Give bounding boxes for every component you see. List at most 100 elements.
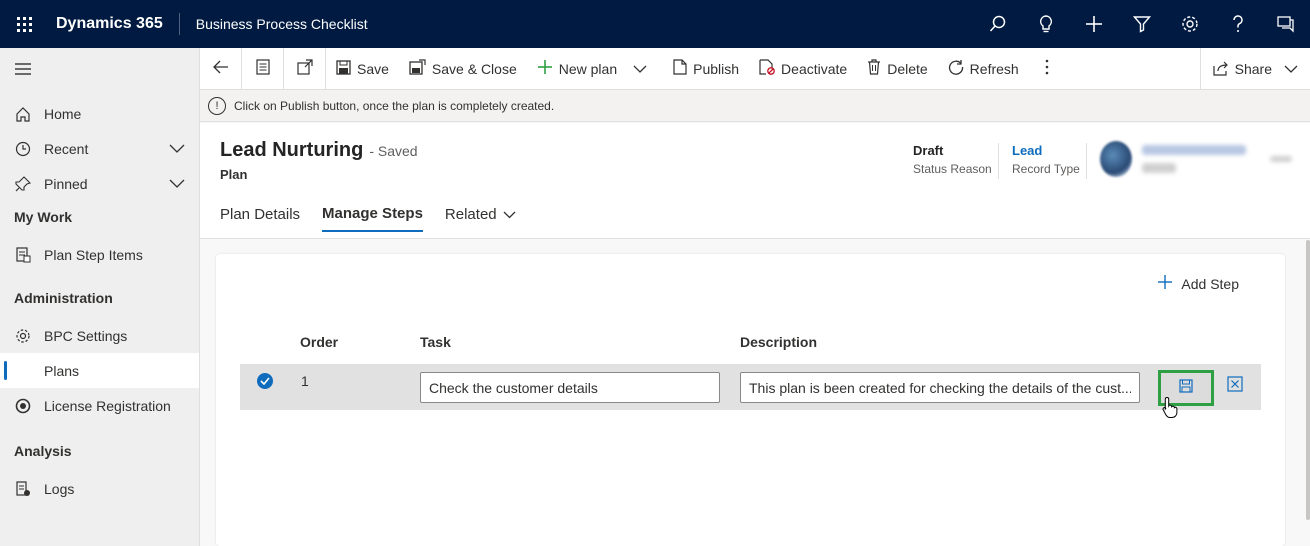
chevron-down-icon[interactable] [169, 176, 185, 192]
publish-icon [673, 59, 687, 78]
info-icon: ! [208, 96, 226, 115]
sidebar-item-label: Home [44, 105, 82, 122]
sidebar-item-license-registration[interactable]: License Registration [0, 388, 199, 423]
owner-extra-redacted [1270, 156, 1292, 162]
deactivate-icon [759, 59, 775, 78]
tab-manage-steps[interactable]: Manage Steps [322, 205, 423, 232]
plus-icon [537, 59, 553, 78]
help-icon[interactable] [1214, 0, 1262, 48]
sidebar-item-recent[interactable]: Recent [0, 131, 199, 166]
task-input[interactable] [420, 372, 720, 403]
sidebar-group-title: Analysis [14, 443, 72, 459]
sidebar-item-label: BPC Settings [44, 327, 128, 344]
avatar [1100, 141, 1132, 177]
hamburger-menu-button[interactable] [0, 48, 199, 90]
form-tabs: Plan Details Manage Steps Related [220, 205, 516, 232]
record-type-value[interactable]: Lead [1012, 143, 1080, 158]
tab-label: Plan Details [220, 206, 301, 223]
record-header: Lead Nurturing - Saved Plan Draft Status … [200, 123, 1310, 239]
save-label: Save [357, 60, 389, 77]
delete-button[interactable]: Delete [857, 48, 937, 90]
save-close-button[interactable]: Save & Close [399, 48, 527, 90]
deactivate-button[interactable]: Deactivate [749, 48, 857, 90]
chevron-down-icon [503, 206, 516, 223]
owner-label-redacted [1142, 163, 1176, 173]
column-header-description: Description [740, 334, 818, 350]
command-bar: Save Save & Close New plan Publish Deact… [200, 47, 1310, 90]
logs-icon [14, 480, 32, 498]
open-new-window-button[interactable] [284, 47, 326, 90]
row-selected-checkbox[interactable] [257, 373, 273, 389]
plans-icon [14, 362, 32, 380]
owner-field[interactable] [1100, 141, 1292, 177]
manage-steps-panel: Add Step Order Task Description 1 [216, 254, 1285, 546]
filter-icon[interactable] [1118, 0, 1166, 48]
clock-icon [14, 140, 32, 158]
record-set-button[interactable] [242, 47, 284, 90]
new-plan-button[interactable]: New plan [527, 48, 657, 90]
cancel-step-button[interactable] [1226, 375, 1244, 397]
table-row[interactable]: 1 [240, 364, 1261, 410]
gear-icon[interactable] [1166, 0, 1214, 48]
share-button[interactable]: Share [1199, 48, 1310, 90]
tab-plan-details[interactable]: Plan Details [220, 205, 300, 232]
gear-icon [14, 327, 32, 345]
vertical-scrollbar[interactable] [1306, 240, 1310, 520]
refresh-label: Refresh [969, 60, 1019, 77]
status-reason-field: Draft Status Reason [913, 143, 992, 176]
tab-related[interactable]: Related [445, 205, 516, 232]
chevron-down-icon[interactable] [169, 141, 185, 157]
description-input[interactable] [740, 372, 1140, 403]
sidebar-item-logs[interactable]: Logs [0, 471, 199, 506]
page-title: Lead Nurturing - Saved [220, 139, 418, 162]
delete-label: Delete [887, 60, 928, 77]
sidebar-item-label: Plans [44, 362, 80, 379]
sidebar-item-label: Recent [44, 140, 89, 157]
sidebar-item-plans[interactable]: Plans [0, 353, 199, 388]
back-button[interactable] [200, 47, 242, 90]
sidebar-item-home[interactable]: Home [0, 96, 199, 131]
hand-cursor-icon [1162, 396, 1180, 423]
app-name[interactable]: Dynamics 365 [48, 13, 180, 35]
tab-label: Manage Steps [322, 205, 423, 222]
chat-icon[interactable] [1262, 0, 1310, 48]
lightbulb-icon[interactable] [1022, 0, 1070, 48]
sidebar-group-title: Administration [14, 290, 113, 306]
column-header-order: Order [300, 334, 339, 350]
sidebar-item-label: Plan Step Items [44, 246, 143, 263]
add-step-button[interactable]: Add Step [1157, 274, 1239, 293]
open-in-new-window-icon [296, 59, 313, 78]
record-type-field: Lead Record Type [1012, 143, 1080, 176]
add-step-label: Add Step [1181, 275, 1239, 292]
document-icon [14, 246, 32, 264]
publish-label: Publish [693, 60, 740, 77]
status-reason-value: Draft [913, 143, 944, 158]
close-icon [1227, 375, 1243, 397]
form-icon [255, 59, 270, 78]
chevron-down-icon[interactable] [633, 61, 647, 77]
pin-icon [14, 175, 32, 193]
app-title[interactable]: Business Process Checklist [180, 16, 368, 32]
more-commands-button[interactable] [1035, 48, 1059, 90]
record-title: Lead Nurturing [220, 139, 364, 161]
sidebar-item-label: Logs [44, 480, 75, 497]
sidebar-item-label: License Registration [44, 397, 171, 414]
search-icon[interactable] [974, 0, 1022, 48]
chevron-down-icon[interactable] [1284, 61, 1298, 77]
new-plan-label: New plan [558, 60, 618, 77]
refresh-button[interactable]: Refresh [938, 48, 1029, 90]
sidebar-item-pinned[interactable]: Pinned [0, 166, 199, 201]
trash-icon [867, 59, 881, 78]
notification-bar: ! Click on Publish button, once the plan… [200, 90, 1310, 122]
sidebar-item-plan-step-items[interactable]: Plan Step Items [0, 237, 199, 272]
plus-icon[interactable] [1070, 0, 1118, 48]
save-button[interactable]: Save [326, 48, 399, 90]
arrow-left-icon [212, 60, 229, 77]
publish-button[interactable]: Publish [663, 48, 749, 90]
sidebar-group-title: My Work [14, 209, 73, 225]
app-launcher-button[interactable] [0, 0, 48, 48]
share-icon [1213, 60, 1229, 79]
sidebar-item-bpc-settings[interactable]: BPC Settings [0, 318, 199, 353]
column-header-task: Task [420, 334, 451, 350]
license-icon [14, 397, 32, 415]
